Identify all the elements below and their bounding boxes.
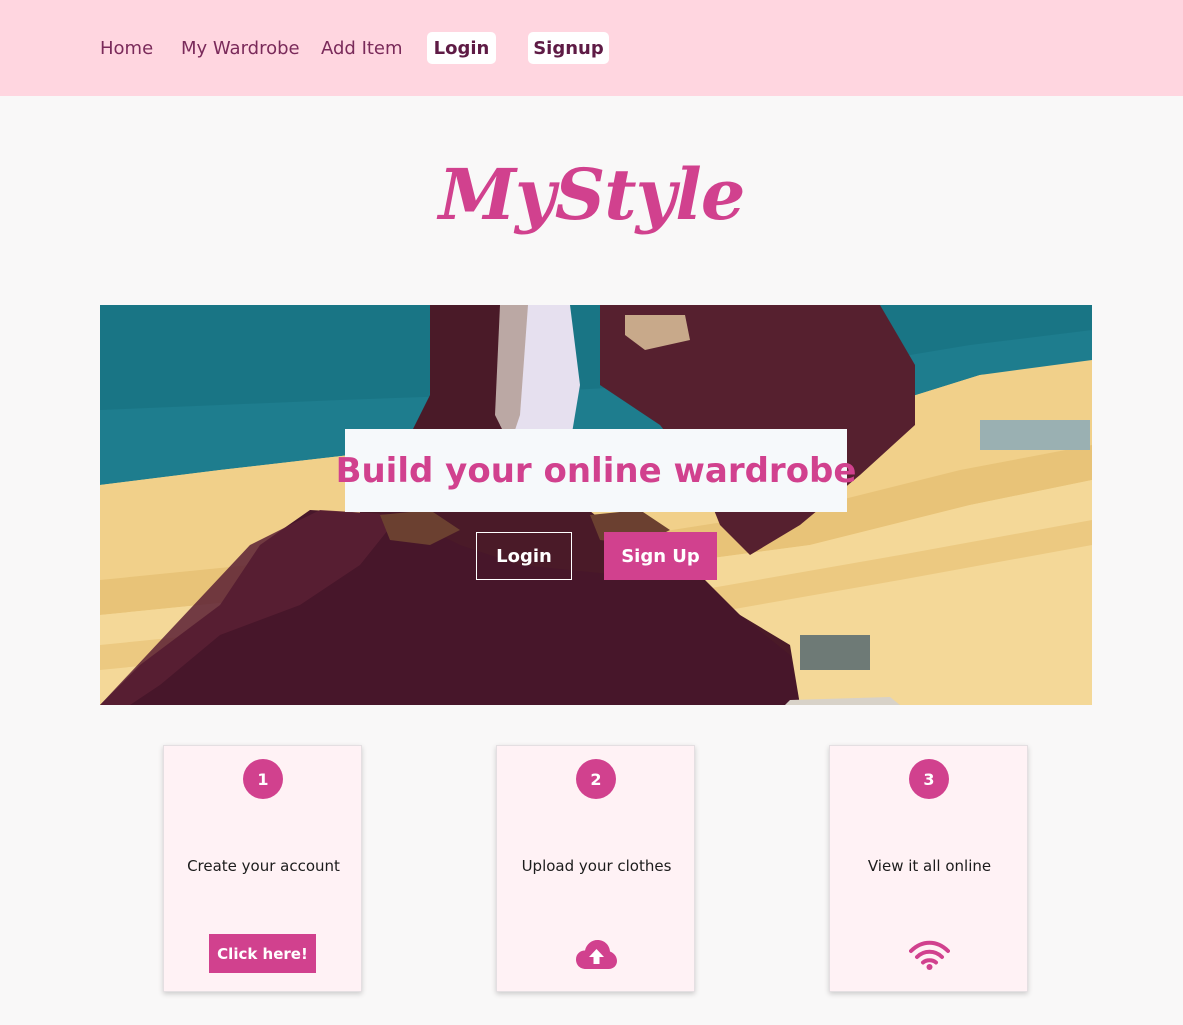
hero-signup-button[interactable]: Sign Up <box>604 532 717 580</box>
nav-login-button[interactable]: Login <box>427 32 496 64</box>
step-number-badge: 3 <box>909 759 949 799</box>
step-card-1: 1 Create your account Click here! <box>163 745 362 992</box>
step-text: Upload your clothes <box>521 857 672 875</box>
nav-link-add-item[interactable]: Add Item <box>321 36 403 62</box>
step-card-3: 3 View it all online <box>829 745 1028 992</box>
step-number-badge: 1 <box>243 759 283 799</box>
cloud-upload-icon <box>576 940 617 969</box>
wifi-icon <box>909 940 950 970</box>
hero-title-box: Build your online wardrobe <box>336 429 856 512</box>
nav-link-my-wardrobe[interactable]: My Wardrobe <box>181 36 300 62</box>
step-text: View it all online <box>867 857 992 875</box>
hero-login-button[interactable]: Login <box>476 532 572 580</box>
step-number-badge: 2 <box>576 759 616 799</box>
click-here-button[interactable]: Click here! <box>209 934 316 973</box>
nav-link-home[interactable]: Home <box>100 36 153 62</box>
nav-signup-button[interactable]: Signup <box>528 32 609 64</box>
step-text: Create your account <box>187 857 340 875</box>
hero-banner: Build your online wardrobe Login Sign Up <box>100 305 1092 705</box>
navbar: Home My Wardrobe Add Item Login Signup <box>0 0 1183 96</box>
hero-title: Build your online wardrobe <box>335 450 857 491</box>
step-card-2: 2 Upload your clothes <box>496 745 695 992</box>
site-logo: MyStyle <box>438 153 746 236</box>
